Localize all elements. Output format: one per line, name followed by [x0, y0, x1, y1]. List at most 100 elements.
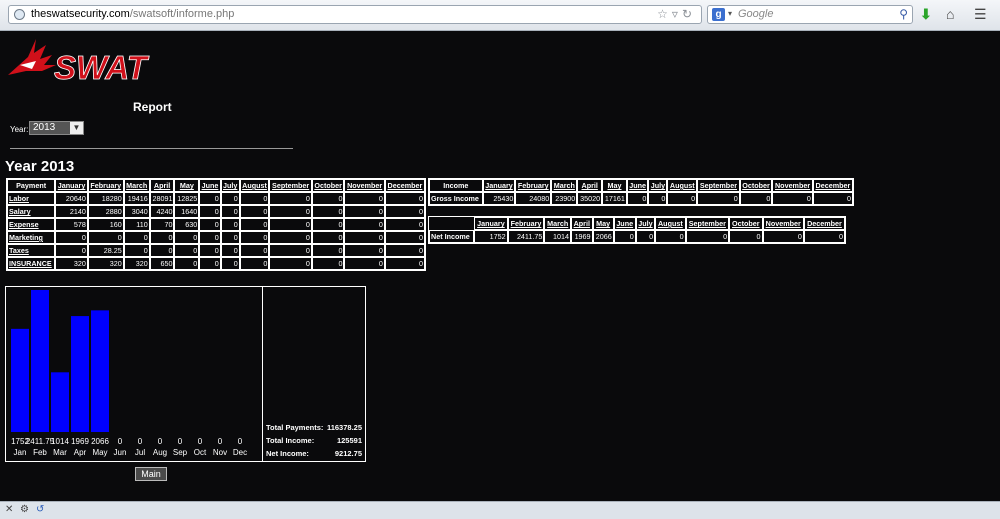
column-header-month[interactable]: October	[729, 217, 763, 230]
x-tick-label: Jul	[135, 448, 145, 457]
table-cell: 0	[149, 231, 175, 244]
addon-icon[interactable]: ⚙	[20, 504, 29, 515]
bar-value-label: 0	[138, 437, 143, 446]
page-title: Report	[133, 100, 172, 114]
column-header-month[interactable]: October	[311, 179, 345, 192]
table-cell: 320	[55, 257, 88, 270]
search-engine-dropdown-icon[interactable]: ▾	[728, 9, 732, 18]
column-header-month[interactable]: December	[384, 179, 425, 192]
table-cell: 23900	[551, 192, 578, 205]
table-cell: 0	[220, 244, 240, 257]
column-header-month[interactable]: May	[602, 179, 627, 192]
table-cell: 0	[199, 257, 221, 270]
row-label-link[interactable]: Labor	[7, 192, 56, 205]
year-select[interactable]: 2013 ▼	[29, 121, 84, 135]
column-header-month[interactable]: May	[592, 217, 614, 230]
chevron-down-icon[interactable]: ▼	[70, 122, 83, 134]
url-bar[interactable]: theswatsecurity.com/swatsoft/informe.php…	[8, 5, 702, 24]
income-table: Income January February March April May June Ju…	[428, 178, 854, 206]
column-header-month[interactable]: September	[685, 217, 730, 230]
table-row: Labor 20640 18280 19416 28091 12825 0 0 0 0 0 0 0	[7, 192, 425, 205]
table-cell: 17161	[602, 192, 627, 205]
table-cell: 0	[220, 231, 240, 244]
table-cell: 0	[269, 218, 312, 231]
column-header-month[interactable]: April	[577, 179, 603, 192]
column-header-month[interactable]: June	[613, 217, 636, 230]
table-row: Net Income 1752 2411.75 1014 1969 2066 0 0 0 0 0 0 0	[429, 230, 845, 243]
table-row: Taxes 0 28.25 0 0 0 0 0 0 0 0 0 0	[7, 244, 425, 257]
row-label-link[interactable]: INSURANCE	[7, 257, 56, 270]
column-header-month[interactable]: October	[739, 179, 773, 192]
google-icon[interactable]: g	[712, 8, 725, 21]
table-cell: 0	[87, 231, 124, 244]
reload-icon[interactable]: ↻	[682, 7, 696, 21]
status-bar: ✕ ⚙ ↺	[0, 501, 1000, 519]
search-input[interactable]: Google	[738, 8, 773, 20]
column-header-month[interactable]: June	[626, 179, 649, 192]
table-cell: 0	[667, 192, 698, 205]
row-label-link[interactable]: Taxes	[7, 244, 56, 257]
column-header-month[interactable]: August	[655, 217, 686, 230]
column-header-month[interactable]: July	[635, 217, 656, 230]
column-header-month[interactable]: January	[55, 179, 88, 192]
bookmark-star-icon[interactable]: ☆	[657, 7, 672, 21]
column-header-month[interactable]: March	[123, 179, 150, 192]
table-cell: 320	[123, 257, 150, 270]
column-header-month[interactable]: November	[762, 217, 804, 230]
table-cell: 0	[384, 192, 425, 205]
totals-label: Total Income:	[266, 436, 315, 445]
net-income-chart: 1752 Jan 2411.75 Feb 1014 Mar 1969 Apr 2066 May 0 J…	[5, 286, 366, 462]
column-header-month[interactable]: April	[149, 179, 175, 192]
table-cell: 0	[239, 205, 270, 218]
row-label-link[interactable]: Expense	[7, 218, 56, 231]
table-cell: 19416	[123, 192, 150, 205]
table-cell: 0	[344, 205, 385, 218]
column-header-month[interactable]: December	[803, 217, 845, 230]
column-header-month[interactable]: July	[220, 179, 240, 192]
column-header-payment: Payment	[7, 179, 56, 192]
search-bar[interactable]: g ▾ Google ⚲	[707, 5, 913, 24]
x-tick-label: Dec	[233, 448, 247, 457]
table-cell: 0	[739, 192, 773, 205]
column-header-month[interactable]: February	[87, 179, 124, 192]
table-cell: 24080	[515, 192, 552, 205]
sync-icon[interactable]: ↺	[36, 504, 44, 515]
table-cell: 0	[174, 257, 200, 270]
column-header-month[interactable]: March	[551, 179, 578, 192]
home-icon[interactable]: ⌂	[946, 6, 954, 22]
column-header-month[interactable]: September	[697, 179, 740, 192]
column-header-month[interactable]: December	[812, 179, 853, 192]
column-header-month[interactable]: November	[344, 179, 385, 192]
dropdown-arrow-icon[interactable]: ▿	[672, 7, 682, 21]
column-header-month[interactable]: February	[515, 179, 552, 192]
column-header-month[interactable]: June	[199, 179, 221, 192]
row-label: Gross Income	[429, 192, 483, 205]
column-header-month[interactable]: September	[269, 179, 312, 192]
download-icon[interactable]: ⬇	[920, 6, 932, 23]
column-header-month[interactable]: July	[648, 179, 668, 192]
magnifier-icon[interactable]: ⚲	[899, 7, 908, 21]
row-label-link[interactable]: Salary	[7, 205, 56, 218]
table-cell: 0	[220, 257, 240, 270]
url-text[interactable]: theswatsecurity.com/swatsoft/informe.php	[31, 8, 234, 20]
table-cell: 0	[220, 192, 240, 205]
column-header-month[interactable]: August	[239, 179, 270, 192]
column-header-month[interactable]: April	[571, 217, 593, 230]
column-header-month[interactable]: March	[544, 217, 572, 230]
column-header-month[interactable]: January	[482, 179, 516, 192]
page-content: SWAT Report Year: 2013 ▼ Year 2013 Payme…	[0, 31, 1000, 501]
main-button[interactable]: Main	[135, 467, 167, 481]
table-cell: 0	[239, 231, 270, 244]
column-header-month[interactable]: January	[474, 217, 508, 230]
row-label-link[interactable]: Marketing	[7, 231, 56, 244]
table-cell: 0	[269, 192, 312, 205]
column-header-month[interactable]: May	[174, 179, 200, 192]
close-icon[interactable]: ✕	[5, 504, 13, 515]
column-header-month[interactable]: August	[667, 179, 698, 192]
x-tick-label: Nov	[213, 448, 227, 457]
menu-icon[interactable]: ☰	[974, 6, 987, 23]
table-cell: 320	[87, 257, 124, 270]
column-header-month[interactable]: February	[507, 217, 545, 230]
column-header-month[interactable]: November	[772, 179, 813, 192]
table-cell: 2411.75	[507, 230, 545, 243]
